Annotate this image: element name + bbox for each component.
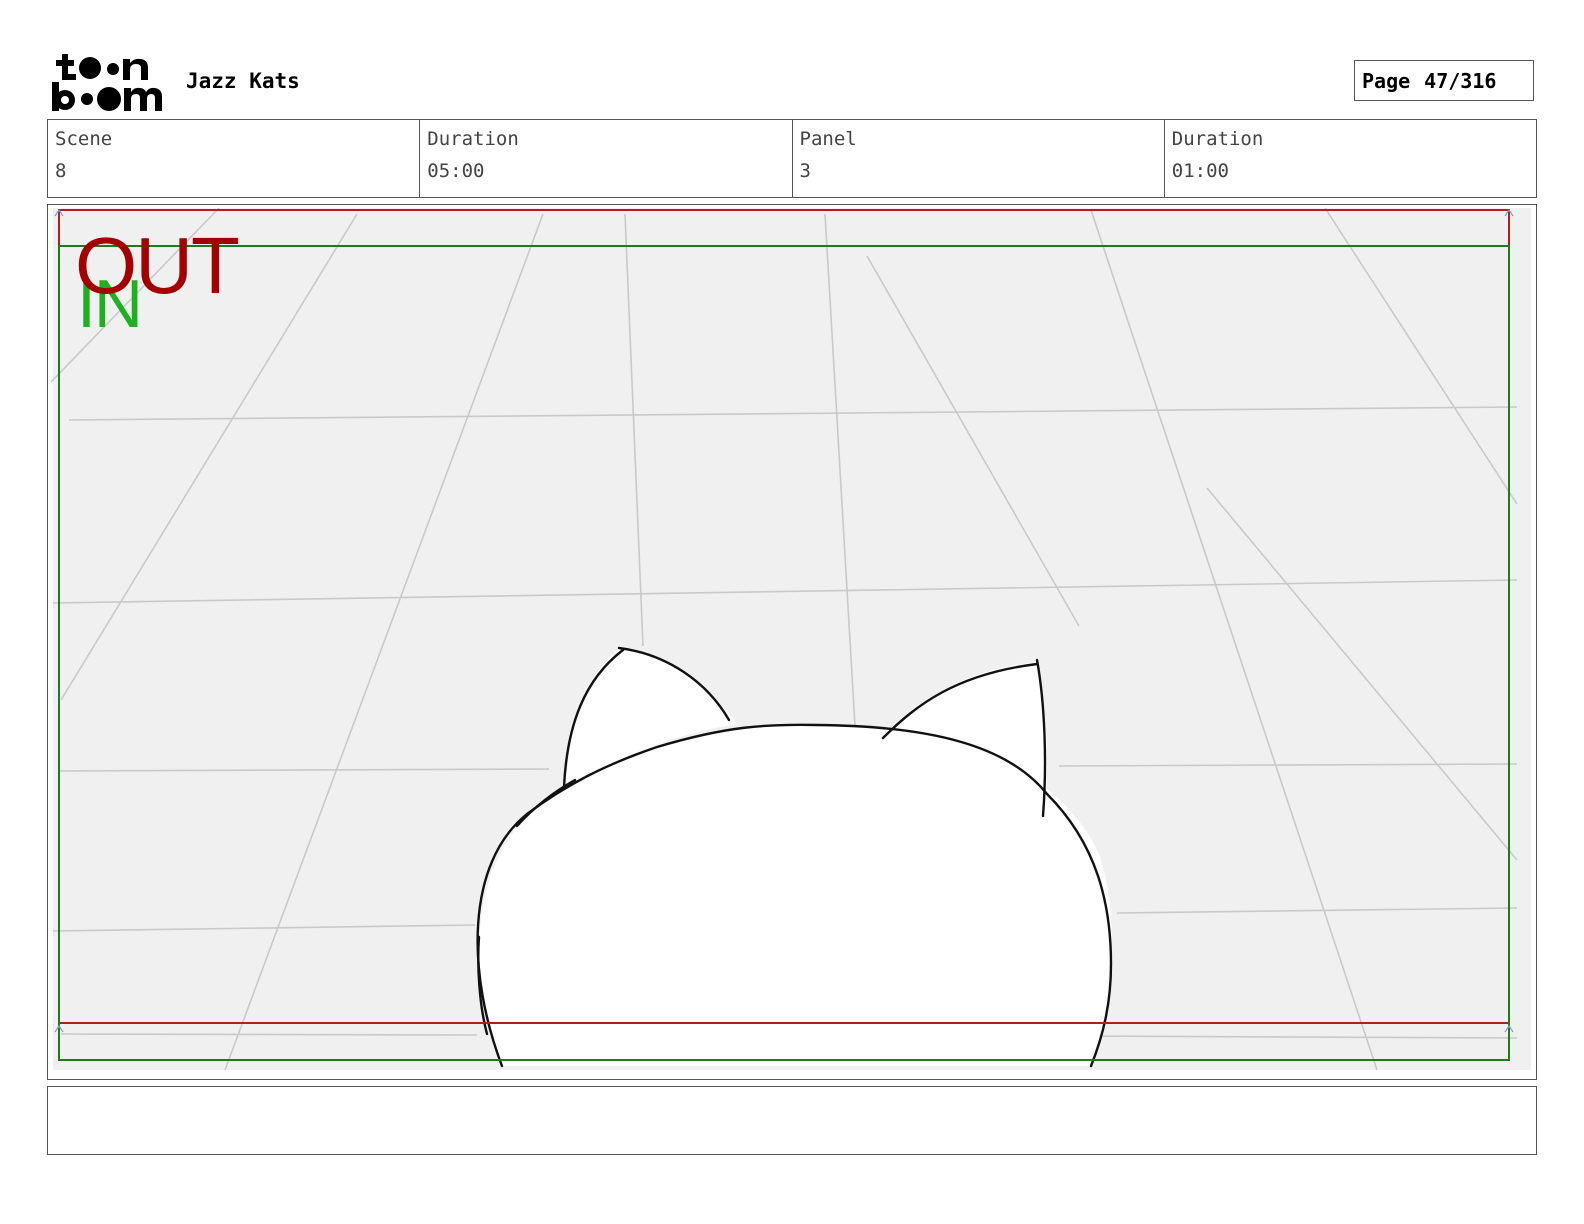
caption-box[interactable] <box>47 1086 1537 1155</box>
scene-cell: Scene 8 <box>48 120 421 197</box>
panel-duration-label: Duration <box>1171 128 1264 150</box>
page-label: Page <box>1362 68 1411 93</box>
panel-value: 3 <box>799 160 811 182</box>
panel-duration-cell: Duration 01:00 <box>1165 120 1536 197</box>
page-indicator: Page 47/316 <box>1354 60 1534 101</box>
page-value: 47/316 <box>1424 68 1497 93</box>
panel-border <box>47 204 1537 1080</box>
panel-cell: Panel 3 <box>793 120 1165 197</box>
scene-duration-value: 05:00 <box>427 160 485 182</box>
panel-duration-value: 01:00 <box>1171 160 1229 182</box>
project-title: Jazz Kats <box>186 69 300 93</box>
panel-info-table: Scene 8 Duration 05:00 Panel 3 Duration … <box>47 119 1537 198</box>
toon-boom-logo <box>50 50 168 114</box>
panel-label: Panel <box>799 128 857 150</box>
scene-value: 8 <box>55 160 67 182</box>
scene-duration-label: Duration <box>427 128 519 150</box>
scene-label: Scene <box>55 128 113 150</box>
scene-duration-cell: Duration 05:00 <box>420 120 793 197</box>
